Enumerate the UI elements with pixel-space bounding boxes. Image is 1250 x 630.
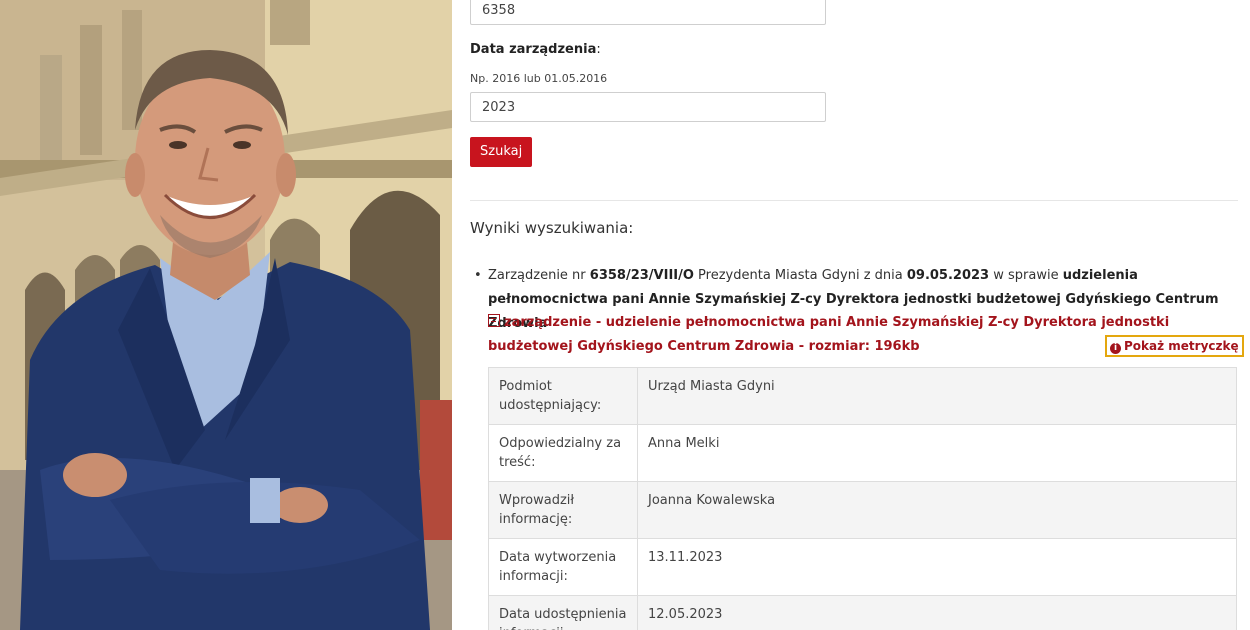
search-page: 6358 Data zarządzenia: Np. 2016 lub 01.0… xyxy=(458,0,1250,630)
section-divider xyxy=(470,200,1238,201)
metadata-row: Wprowadził informację: Joanna Kowalewska xyxy=(488,481,1237,539)
metadata-key: Podmiot udostępniający: xyxy=(488,367,638,425)
number-input[interactable]: 6358 xyxy=(470,0,826,25)
result-number: 6358/23/VIII/O xyxy=(589,268,694,283)
portrait-photo xyxy=(0,0,452,630)
metadata-value: Joanna Kowalewska xyxy=(637,481,1237,539)
pdf-icon xyxy=(488,314,500,327)
date-input[interactable]: 2023 xyxy=(470,92,826,122)
result-prefix: Zarządzenie nr xyxy=(488,268,590,283)
pdf-link-text: zarządzenie - udzielenie pełnomocnictwa … xyxy=(488,315,1170,354)
result-mid: Prezydenta Miasta Gdyni z dnia xyxy=(693,268,907,283)
metadata-key: Wprowadził informację: xyxy=(488,481,638,539)
results-title: Wyniki wyszukiwania: xyxy=(470,219,634,237)
date-label: Data zarządzenia: xyxy=(470,42,601,57)
portrait-illustration xyxy=(0,0,452,630)
metadata-row: Data udostępnienia informacji:12.05.2023 xyxy=(488,595,1237,630)
metadata-value: 13.11.2023 xyxy=(637,538,1237,596)
info-icon: i xyxy=(1110,343,1121,354)
metadata-key: Data wytworzenia informacji: xyxy=(488,538,638,596)
metadata-key: Odpowiedzialny za treść: xyxy=(488,424,638,482)
metadata-value: Anna Melki xyxy=(637,424,1237,482)
metadata-value: 12.05.2023 xyxy=(637,595,1237,630)
metadata-value: Urząd Miasta Gdyni xyxy=(637,367,1237,425)
metadata-row: Data wytworzenia informacji: 13.11.2023 xyxy=(488,538,1237,596)
search-button[interactable]: Szukaj xyxy=(470,137,533,167)
date-label-colon: : xyxy=(596,42,601,57)
bullet: • xyxy=(474,268,482,283)
show-metadata-button[interactable]: i Pokaż metryczkę xyxy=(1105,335,1244,357)
metadata-table: Podmiot udostępniający: Urząd Miasta Gdyn… xyxy=(488,367,1237,630)
metadata-row: Podmiot udostępniający: Urząd Miasta Gdyn… xyxy=(488,367,1237,425)
result-date: 09.05.2023 xyxy=(906,268,990,283)
metadata-key: Data udostępnienia informacji: xyxy=(488,595,638,630)
show-metadata-label: Pokaż metryczkę xyxy=(1124,339,1239,353)
result-in-matter: w sprawie xyxy=(989,268,1063,283)
date-label-text: Data zarządzenia xyxy=(470,42,597,57)
date-hint: Np. 2016 lub 01.05.2016 xyxy=(470,72,608,85)
metadata-row: Odpowiedzialny za treść: Anna Melki xyxy=(488,424,1237,482)
